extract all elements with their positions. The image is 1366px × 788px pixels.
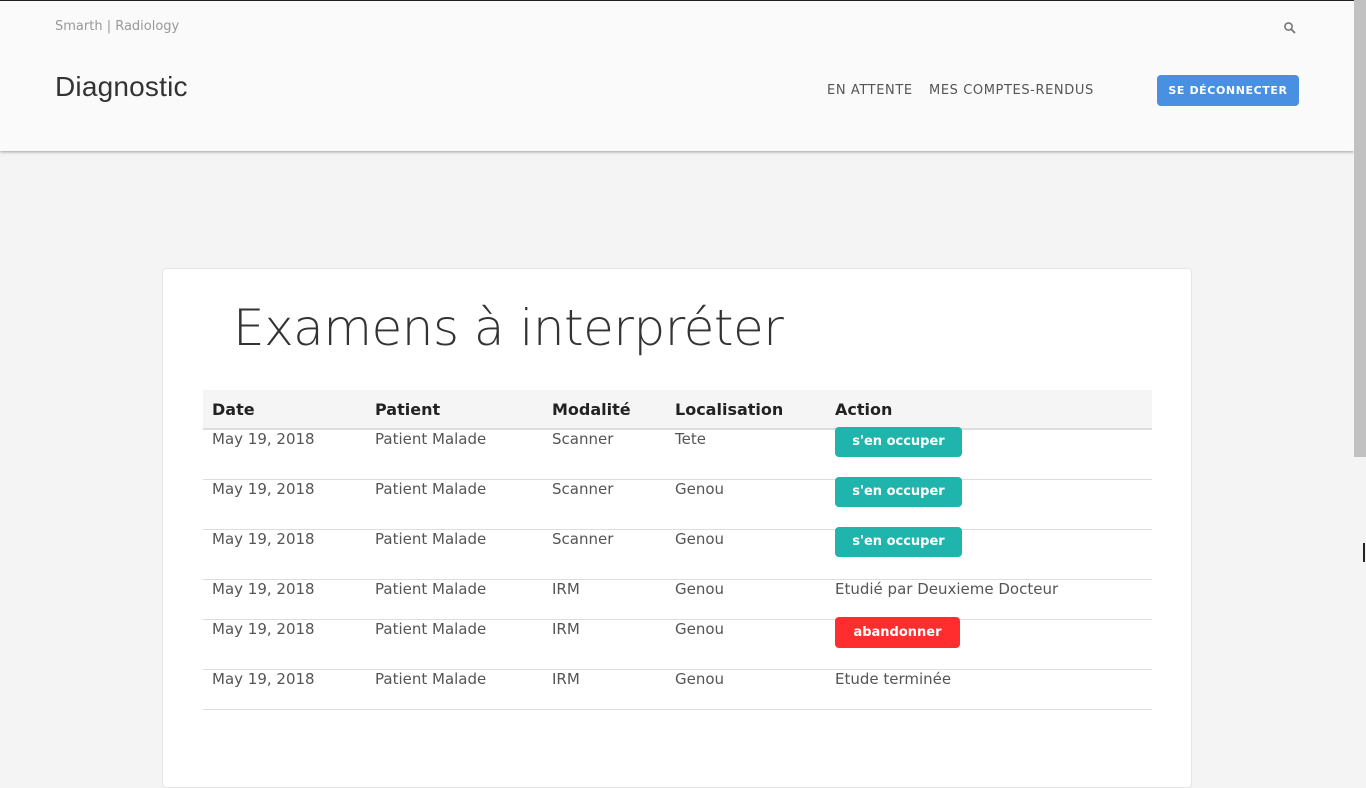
exams-card: Examens à interpréter Date Patient Modal… [162, 268, 1192, 788]
cell-location: Genou [666, 669, 826, 710]
column-header-date: Date [203, 390, 366, 430]
cell-patient: Patient Malade [366, 529, 543, 580]
cell-action: s'en occuper [826, 476, 1152, 530]
cell-action-status: Etude terminée [826, 669, 1152, 710]
text-cursor [1363, 543, 1365, 562]
cell-date: May 19, 2018 [203, 529, 366, 580]
header: Smarth | Radiology Diagnostic EN ATTENTE… [0, 1, 1354, 151]
cell-location: Genou [666, 579, 826, 620]
cell-location: Genou [666, 619, 826, 670]
table-row: May 19, 2018 Patient Malade Scanner Tete… [203, 427, 1152, 480]
cell-modality: Scanner [543, 429, 666, 480]
table-row: May 19, 2018 Patient Malade IRM Genou Et… [203, 579, 1152, 620]
take-exam-button[interactable]: s'en occuper [835, 476, 962, 507]
app-title[interactable]: Diagnostic [55, 71, 188, 103]
column-header-modality: Modalité [543, 390, 666, 430]
table-row: May 19, 2018 Patient Malade Scanner Geno… [203, 526, 1152, 580]
cell-modality: IRM [543, 619, 666, 670]
cell-modality: Scanner [543, 529, 666, 580]
take-exam-button[interactable]: s'en occuper [835, 526, 962, 557]
scrollbar-thumb[interactable] [1354, 0, 1366, 457]
cell-date: May 19, 2018 [203, 669, 366, 710]
table-row: May 19, 2018 Patient Malade IRM Genou ab… [203, 616, 1152, 670]
search-icon[interactable] [1283, 21, 1297, 35]
cell-patient: Patient Malade [366, 479, 543, 530]
table-header-row: Date Patient Modalité Localisation Actio… [203, 390, 1152, 430]
cell-action: s'en occuper [826, 427, 1152, 480]
nav-pending[interactable]: EN ATTENTE [827, 83, 913, 98]
exams-table: Date Patient Modalité Localisation Actio… [203, 390, 1152, 710]
cell-date: May 19, 2018 [203, 479, 366, 530]
column-header-patient: Patient [366, 390, 543, 430]
cell-modality: Scanner [543, 479, 666, 530]
cell-action: s'en occuper [826, 526, 1152, 580]
cell-location: Tete [666, 429, 826, 480]
cell-patient: Patient Malade [366, 579, 543, 620]
abandon-button[interactable]: abandonner [835, 616, 960, 648]
cell-location: Genou [666, 529, 826, 580]
cell-action: abandonner [826, 616, 1152, 670]
column-header-location: Localisation [666, 390, 826, 430]
table-row: May 19, 2018 Patient Malade Scanner Geno… [203, 476, 1152, 530]
nav-my-reports[interactable]: MES COMPTES-RENDUS [929, 83, 1094, 98]
cell-date: May 19, 2018 [203, 429, 366, 480]
cell-patient: Patient Malade [366, 429, 543, 480]
cell-date: May 19, 2018 [203, 579, 366, 620]
page-title: Examens à interpréter [233, 299, 784, 357]
table-row: May 19, 2018 Patient Malade IRM Genou Et… [203, 669, 1152, 710]
column-header-action: Action [826, 390, 1152, 430]
brand-link[interactable]: Smarth | Radiology [55, 19, 179, 34]
take-exam-button[interactable]: s'en occuper [835, 427, 962, 457]
cell-date: May 19, 2018 [203, 619, 366, 670]
logout-button[interactable]: SE DÉCONNECTER [1157, 75, 1299, 106]
cell-modality: IRM [543, 579, 666, 620]
cell-action-status: Etudié par Deuxieme Docteur [826, 579, 1152, 620]
cell-patient: Patient Malade [366, 669, 543, 710]
cell-modality: IRM [543, 669, 666, 710]
cell-location: Genou [666, 479, 826, 530]
cell-patient: Patient Malade [366, 619, 543, 670]
